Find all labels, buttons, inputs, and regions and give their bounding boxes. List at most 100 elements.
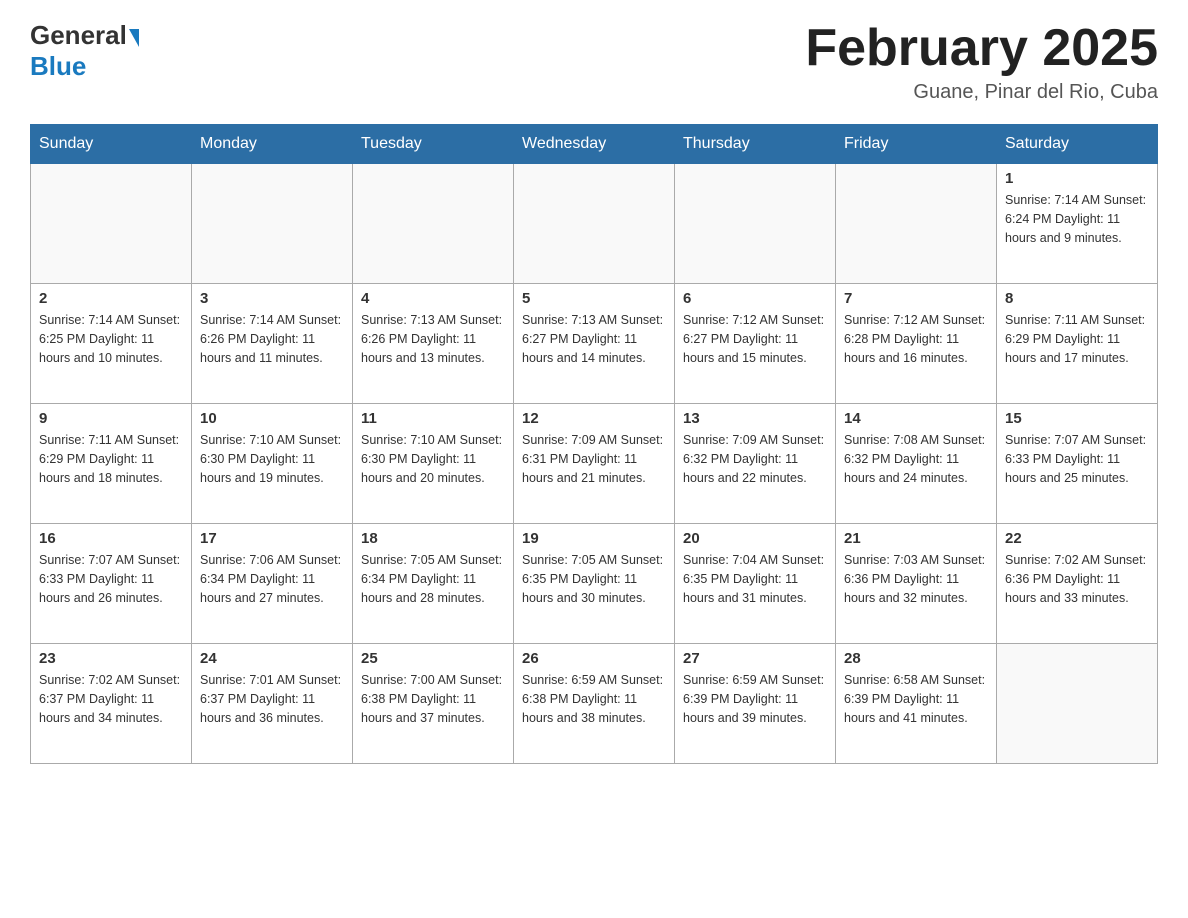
day-info: Sunrise: 7:10 AM Sunset: 6:30 PM Dayligh… (200, 431, 344, 487)
day-number: 26 (522, 650, 666, 667)
day-number: 3 (200, 290, 344, 307)
title-section: February 2025 Guane, Pinar del Rio, Cuba (805, 20, 1158, 104)
day-number: 28 (844, 650, 988, 667)
calendar-cell: 2 Sunrise: 7:14 AM Sunset: 6:25 PM Daylig… (31, 284, 192, 404)
calendar-cell: 18 Sunrise: 7:05 AM Sunset: 6:34 PM Dayli… (353, 524, 514, 644)
day-info: Sunrise: 7:07 AM Sunset: 6:33 PM Dayligh… (1005, 431, 1149, 487)
day-number: 20 (683, 530, 827, 547)
day-info: Sunrise: 7:01 AM Sunset: 6:37 PM Dayligh… (200, 671, 344, 727)
day-number: 15 (1005, 410, 1149, 427)
calendar-cell: 27 Sunrise: 6:59 AM Sunset: 6:39 PM Dayli… (675, 644, 836, 764)
month-title: February 2025 (805, 20, 1158, 77)
calendar-cell: 21 Sunrise: 7:03 AM Sunset: 6:36 PM Dayli… (836, 524, 997, 644)
day-info: Sunrise: 7:05 AM Sunset: 6:35 PM Dayligh… (522, 551, 666, 607)
day-info: Sunrise: 7:12 AM Sunset: 6:28 PM Dayligh… (844, 311, 988, 367)
logo: General Blue (30, 20, 141, 82)
calendar-cell: 14 Sunrise: 7:08 AM Sunset: 6:32 PM Dayli… (836, 404, 997, 524)
day-info: Sunrise: 7:00 AM Sunset: 6:38 PM Dayligh… (361, 671, 505, 727)
day-info: Sunrise: 6:59 AM Sunset: 6:38 PM Dayligh… (522, 671, 666, 727)
day-number: 8 (1005, 290, 1149, 307)
calendar-day-header: Thursday (675, 125, 836, 164)
day-number: 14 (844, 410, 988, 427)
calendar-cell: 17Sunrise: 7:06 AM Sunset: 6:34 PM Dayli… (192, 524, 353, 644)
day-info: Sunrise: 7:03 AM Sunset: 6:36 PM Dayligh… (844, 551, 988, 607)
day-info: Sunrise: 6:58 AM Sunset: 6:39 PM Dayligh… (844, 671, 988, 727)
day-number: 16 (39, 530, 183, 547)
calendar-cell: 26 Sunrise: 6:59 AM Sunset: 6:38 PM Dayli… (514, 644, 675, 764)
logo-arrow-icon (129, 29, 139, 47)
calendar-day-header: Friday (836, 125, 997, 164)
day-number: 22 (1005, 530, 1149, 547)
calendar-day-header: Saturday (997, 125, 1158, 164)
calendar-cell: 7 Sunrise: 7:12 AM Sunset: 6:28 PM Daylig… (836, 284, 997, 404)
calendar-day-header: Tuesday (353, 125, 514, 164)
calendar-cell (997, 644, 1158, 764)
calendar-week-row: 2 Sunrise: 7:14 AM Sunset: 6:25 PM Daylig… (31, 284, 1158, 404)
location-text: Guane, Pinar del Rio, Cuba (805, 81, 1158, 104)
calendar-day-header: Monday (192, 125, 353, 164)
day-info: Sunrise: 7:09 AM Sunset: 6:32 PM Dayligh… (683, 431, 827, 487)
day-info: Sunrise: 7:14 AM Sunset: 6:26 PM Dayligh… (200, 311, 344, 367)
day-info: Sunrise: 7:02 AM Sunset: 6:37 PM Dayligh… (39, 671, 183, 727)
calendar-cell (353, 164, 514, 284)
day-info: Sunrise: 7:06 AM Sunset: 6:34 PM Dayligh… (200, 551, 344, 607)
calendar-cell (192, 164, 353, 284)
day-info: Sunrise: 7:11 AM Sunset: 6:29 PM Dayligh… (1005, 311, 1149, 367)
day-number: 12 (522, 410, 666, 427)
calendar-cell (31, 164, 192, 284)
calendar-cell: 25 Sunrise: 7:00 AM Sunset: 6:38 PM Dayli… (353, 644, 514, 764)
day-number: 2 (39, 290, 183, 307)
calendar-cell: 20Sunrise: 7:04 AM Sunset: 6:35 PM Dayli… (675, 524, 836, 644)
day-number: 5 (522, 290, 666, 307)
calendar-cell: 13 Sunrise: 7:09 AM Sunset: 6:32 PM Dayli… (675, 404, 836, 524)
calendar-day-header: Sunday (31, 125, 192, 164)
calendar-week-row: 9Sunrise: 7:11 AM Sunset: 6:29 PM Daylig… (31, 404, 1158, 524)
calendar-cell: 23 Sunrise: 7:02 AM Sunset: 6:37 PM Dayli… (31, 644, 192, 764)
calendar-day-header: Wednesday (514, 125, 675, 164)
calendar-table: SundayMondayTuesdayWednesdayThursdayFrid… (30, 124, 1158, 764)
day-info: Sunrise: 7:12 AM Sunset: 6:27 PM Dayligh… (683, 311, 827, 367)
calendar-cell: 9Sunrise: 7:11 AM Sunset: 6:29 PM Daylig… (31, 404, 192, 524)
day-number: 13 (683, 410, 827, 427)
calendar-cell (514, 164, 675, 284)
calendar-cell: 28 Sunrise: 6:58 AM Sunset: 6:39 PM Dayli… (836, 644, 997, 764)
calendar-week-row: 16 Sunrise: 7:07 AM Sunset: 6:33 PM Dayli… (31, 524, 1158, 644)
day-info: Sunrise: 7:02 AM Sunset: 6:36 PM Dayligh… (1005, 551, 1149, 607)
calendar-cell: 6 Sunrise: 7:12 AM Sunset: 6:27 PM Daylig… (675, 284, 836, 404)
calendar-cell: 5Sunrise: 7:13 AM Sunset: 6:27 PM Daylig… (514, 284, 675, 404)
day-number: 10 (200, 410, 344, 427)
calendar-cell: 22 Sunrise: 7:02 AM Sunset: 6:36 PM Dayli… (997, 524, 1158, 644)
day-info: Sunrise: 7:05 AM Sunset: 6:34 PM Dayligh… (361, 551, 505, 607)
day-number: 6 (683, 290, 827, 307)
day-number: 1 (1005, 170, 1149, 187)
calendar-cell: 3 Sunrise: 7:14 AM Sunset: 6:26 PM Daylig… (192, 284, 353, 404)
calendar-cell: 16 Sunrise: 7:07 AM Sunset: 6:33 PM Dayli… (31, 524, 192, 644)
calendar-cell: 11Sunrise: 7:10 AM Sunset: 6:30 PM Dayli… (353, 404, 514, 524)
day-number: 25 (361, 650, 505, 667)
day-number: 21 (844, 530, 988, 547)
day-number: 27 (683, 650, 827, 667)
day-info: Sunrise: 7:14 AM Sunset: 6:25 PM Dayligh… (39, 311, 183, 367)
day-info: Sunrise: 7:09 AM Sunset: 6:31 PM Dayligh… (522, 431, 666, 487)
day-number: 7 (844, 290, 988, 307)
day-number: 23 (39, 650, 183, 667)
day-number: 19 (522, 530, 666, 547)
day-number: 18 (361, 530, 505, 547)
calendar-cell: 24Sunrise: 7:01 AM Sunset: 6:37 PM Dayli… (192, 644, 353, 764)
day-info: Sunrise: 7:14 AM Sunset: 6:24 PM Dayligh… (1005, 191, 1149, 247)
logo-general-text: General (30, 20, 127, 51)
calendar-cell (675, 164, 836, 284)
day-info: Sunrise: 7:08 AM Sunset: 6:32 PM Dayligh… (844, 431, 988, 487)
calendar-week-row: 1 Sunrise: 7:14 AM Sunset: 6:24 PM Daylig… (31, 164, 1158, 284)
calendar-cell: 8 Sunrise: 7:11 AM Sunset: 6:29 PM Daylig… (997, 284, 1158, 404)
calendar-cell: 10 Sunrise: 7:10 AM Sunset: 6:30 PM Dayli… (192, 404, 353, 524)
calendar-cell: 19 Sunrise: 7:05 AM Sunset: 6:35 PM Dayli… (514, 524, 675, 644)
calendar-cell: 1 Sunrise: 7:14 AM Sunset: 6:24 PM Daylig… (997, 164, 1158, 284)
calendar-cell: 4Sunrise: 7:13 AM Sunset: 6:26 PM Daylig… (353, 284, 514, 404)
day-info: Sunrise: 6:59 AM Sunset: 6:39 PM Dayligh… (683, 671, 827, 727)
day-info: Sunrise: 7:07 AM Sunset: 6:33 PM Dayligh… (39, 551, 183, 607)
calendar-cell (836, 164, 997, 284)
day-number: 9 (39, 410, 183, 427)
day-info: Sunrise: 7:10 AM Sunset: 6:30 PM Dayligh… (361, 431, 505, 487)
day-number: 4 (361, 290, 505, 307)
